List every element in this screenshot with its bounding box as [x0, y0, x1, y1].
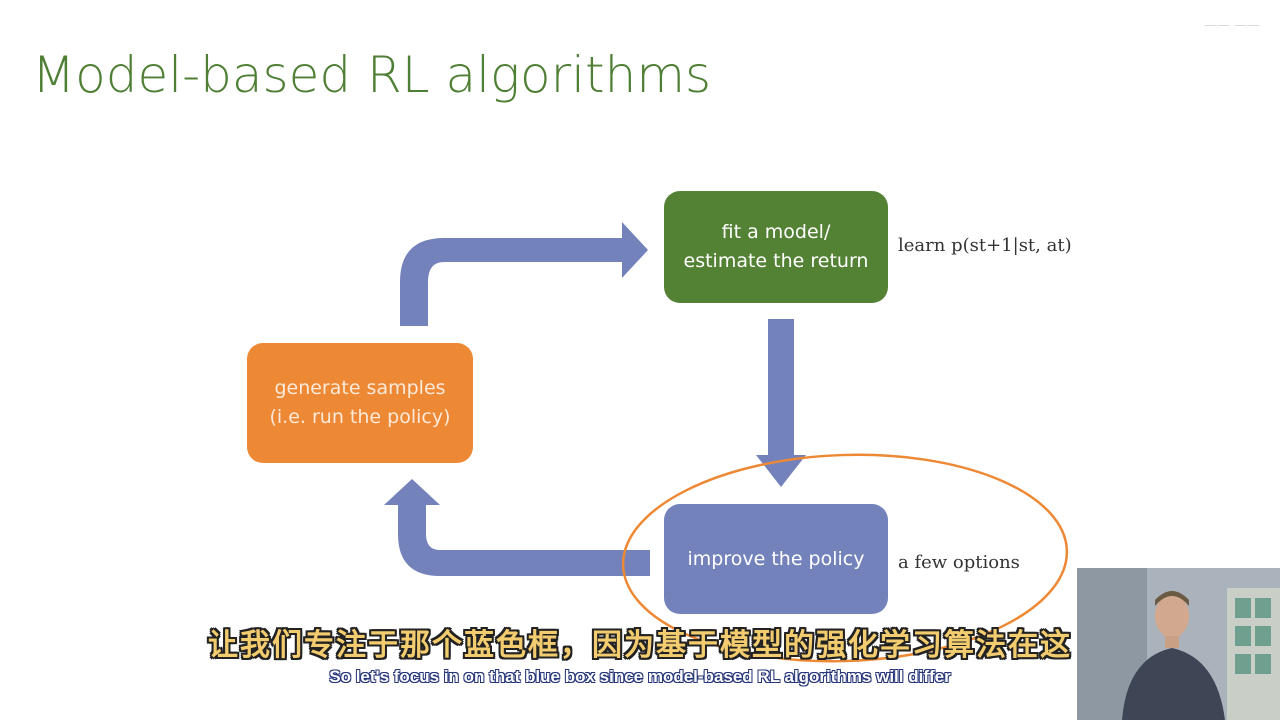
chinese-subtitle: 让我们专注于那个蓝色框，因为基于模型的强化学习算法在这	[208, 628, 1072, 663]
english-subtitle: So let's focus in on that blue box since…	[329, 667, 951, 686]
